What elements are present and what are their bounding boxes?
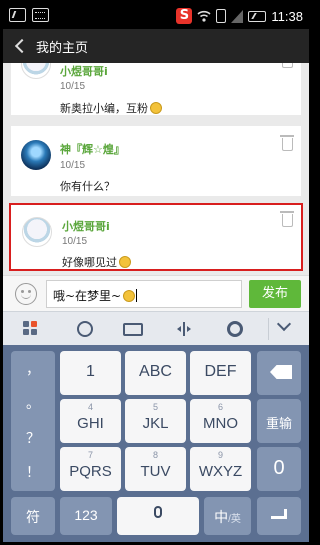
backspace-icon — [270, 365, 292, 379]
enter-icon — [271, 509, 287, 519]
key-period[interactable]: 。 — [11, 393, 55, 413]
comment-time: 10/15 — [60, 160, 86, 171]
app-screen: S 11:38 我的主页 小煜哥哥i 10/15 新奥拉小编，互粉 神『辉☆煌』… — [3, 3, 309, 542]
comment-time: 10/15 — [60, 81, 86, 92]
divider — [268, 318, 269, 340]
comment-input[interactable]: 哦~在梦里~ — [46, 280, 242, 308]
smiley-icon[interactable] — [77, 321, 93, 337]
comment-time: 10/15 — [62, 236, 88, 247]
comment-author[interactable]: 小煜哥哥i — [60, 63, 108, 79]
comment-author[interactable]: 小煜哥哥i — [62, 218, 110, 234]
reinput-key[interactable]: 重输 — [257, 399, 301, 443]
key-tuv[interactable]: 8 TUV — [125, 447, 186, 491]
space-voice-key[interactable] — [117, 497, 199, 535]
keyboard-toolbar — [3, 311, 309, 345]
key-question[interactable]: ？ — [11, 428, 55, 448]
clock: 11:38 — [271, 8, 303, 24]
delete-icon[interactable] — [282, 63, 293, 68]
battery-charging-icon — [248, 10, 267, 22]
comment-composer: 哦~在梦里~ 发布 — [3, 275, 309, 311]
language-toggle-key[interactable]: 中/英 — [204, 497, 251, 535]
punctuation-column: ， 。 ？ ！ — [11, 351, 55, 491]
keyboard-notification-icon — [32, 8, 49, 22]
key-def[interactable]: DEF — [190, 351, 251, 395]
comment-author[interactable]: 神『辉☆煌』 — [60, 141, 125, 157]
comment-item[interactable]: 神『辉☆煌』 10/15 你有什么？ — [11, 126, 301, 196]
avatar[interactable] — [21, 140, 51, 170]
comment-item[interactable]: 小煜哥哥i 10/15 新奥拉小编，互粉 — [11, 63, 301, 115]
delete-icon[interactable] — [280, 211, 294, 227]
microphone-icon — [154, 506, 162, 518]
key-mno[interactable]: 6 MNO — [190, 399, 251, 443]
key-jkl[interactable]: 5 JKL — [125, 399, 186, 443]
laugh-emoji-icon — [150, 102, 162, 114]
page-title[interactable]: 我的主页 — [36, 37, 88, 56]
comment-text: 你有什么？ — [60, 180, 115, 193]
wifi-icon — [197, 10, 211, 22]
comment-item-highlighted[interactable]: 小煜哥哥i 10/15 好像哪见过 — [9, 203, 303, 271]
key-abc[interactable]: ABC — [125, 351, 186, 395]
backspace-key[interactable] — [257, 351, 301, 395]
app-badge-icon: S — [176, 8, 193, 24]
text-caret — [136, 289, 138, 302]
emoji-picker-icon[interactable] — [15, 283, 37, 305]
sim-icon — [216, 9, 227, 23]
back-icon[interactable] — [14, 38, 30, 54]
comment-text: 新奥拉小编，互粉 — [60, 100, 162, 116]
key-1[interactable]: 1 — [60, 351, 121, 395]
apps-grid-icon[interactable] — [23, 321, 39, 337]
numeric-key[interactable]: 123 — [60, 497, 112, 535]
settings-gear-icon[interactable] — [227, 321, 243, 337]
system-icons: S 11:38 — [176, 6, 303, 26]
image-notification-icon — [9, 8, 26, 22]
key-wxyz[interactable]: 9 WXYZ — [190, 447, 251, 491]
notification-icons — [9, 8, 49, 22]
delete-icon[interactable] — [280, 135, 294, 151]
key-pqrs[interactable]: 7 PQRS — [60, 447, 121, 491]
laugh-emoji-icon — [119, 256, 131, 268]
key-0[interactable]: 0 — [257, 447, 301, 491]
avatar[interactable] — [21, 63, 51, 79]
enter-key[interactable] — [257, 497, 301, 535]
key-comma[interactable]: ， — [11, 359, 55, 379]
symbol-key[interactable]: 符 — [11, 497, 55, 535]
key-exclaim[interactable]: ！ — [11, 462, 55, 482]
status-bar: S 11:38 — [3, 3, 309, 29]
avatar[interactable] — [22, 217, 52, 247]
title-bar: 我的主页 — [3, 29, 309, 63]
signal-icon — [231, 9, 244, 23]
keyboard-icon[interactable] — [123, 323, 143, 336]
comment-text: 好像哪见过 — [62, 254, 131, 270]
t9-keyboard: ， 。 ？ ！ 1 ABC DEF 4 GHI 5 JKL 6 MNO 重输 7 PQR… — [3, 345, 309, 542]
key-ghi[interactable]: 4 GHI — [60, 399, 121, 443]
cursor-move-icon[interactable] — [176, 321, 192, 337]
tongue-emoji-icon — [123, 290, 136, 302]
collapse-keyboard-icon[interactable] — [276, 316, 292, 332]
comment-list[interactable]: 小煜哥哥i 10/15 新奥拉小编，互粉 神『辉☆煌』 10/15 你有什么？ … — [3, 63, 309, 275]
publish-button[interactable]: 发布 — [249, 280, 301, 308]
